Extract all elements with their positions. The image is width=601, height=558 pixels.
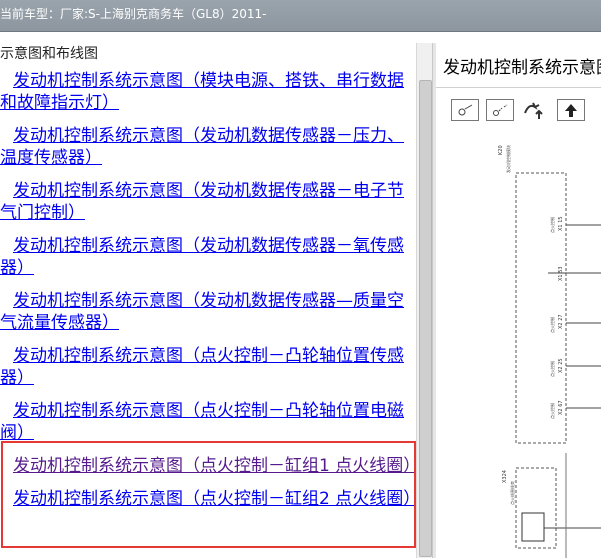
section-title: 示意图和布线图 xyxy=(0,46,98,62)
svg-text:X1 53: X1 53 xyxy=(558,266,564,281)
zoom-out-icon[interactable] xyxy=(486,99,514,121)
diagram-title: 发动机控制系统示意图 xyxy=(443,58,601,78)
diagram-link[interactable]: 发动机控制系统示意图（点火控制－凸轮轴位置电磁阀） xyxy=(0,400,416,444)
scrollbar-thumb[interactable] xyxy=(419,80,432,557)
svg-text:X1 15: X1 15 xyxy=(558,216,564,231)
top-bar: 当前车型：厂家:S-上海别克商务车（GL8）2011- xyxy=(0,0,601,32)
zoom-in-icon[interactable] xyxy=(451,99,479,121)
diagram-link[interactable]: 发动机控制系统示意图（发动机数据传感器－氧传感器） xyxy=(0,235,416,279)
left-panel: 示意图和布线图 发动机控制系统示意图（模块电源、搭铁、串行数据和故障指示灯） 发… xyxy=(0,43,416,558)
diagram-link[interactable]: 发动机控制系统示意图（点火控制－缸组2 点火线圈） xyxy=(0,488,416,510)
svg-text:点火控制: 点火控制 xyxy=(549,403,555,419)
wiring-diagram: K20 发动机控制模块 X1 15 X1 53 X2 27 X2 25 X2 6… xyxy=(498,145,601,558)
svg-text:点火线圈线束: 点火线圈线束 xyxy=(509,481,515,505)
svg-text:发动机控制模块: 发动机控制模块 xyxy=(505,145,511,173)
right-panel: 发动机控制系统示意图 K20 发动机控制模块 X1 15 X1 53 X2 27 xyxy=(436,43,601,558)
diagram-link[interactable]: 发动机控制系统示意图（模块电源、搭铁、串行数据和故障指示灯） xyxy=(0,70,416,114)
svg-text:点火控制: 点火控制 xyxy=(549,317,555,333)
up-icon[interactable] xyxy=(557,99,585,121)
svg-text:X2 27: X2 27 xyxy=(558,314,564,329)
svg-text:X324: X324 xyxy=(502,470,508,483)
title-divider xyxy=(436,87,601,88)
back-icon[interactable] xyxy=(521,99,549,121)
svg-text:点火控制: 点火控制 xyxy=(549,361,555,377)
svg-text:X2 25: X2 25 xyxy=(558,358,564,373)
diagram-link[interactable]: 发动机控制系统示意图（发动机数据传感器—质量空气流量传感器） xyxy=(0,290,416,334)
vehicle-label: 当前车型： xyxy=(0,7,61,21)
diagram-link[interactable]: 发动机控制系统示意图（点火控制－凸轮轴位置传感器） xyxy=(0,345,416,389)
left-scrollbar[interactable] xyxy=(416,43,433,558)
svg-text:K20: K20 xyxy=(498,145,504,155)
vehicle-value: 厂家:S-上海别克商务车（GL8）2011- xyxy=(60,7,267,21)
svg-text:X2 67: X2 67 xyxy=(558,400,564,415)
diagram-link-visited[interactable]: 发动机控制系统示意图（点火控制－缸组1 点火线圈） xyxy=(0,455,416,477)
link-list: 发动机控制系统示意图（模块电源、搭铁、串行数据和故障指示灯） 发动机控制系统示意… xyxy=(0,70,416,521)
svg-text:点火控制: 点火控制 xyxy=(549,217,555,233)
diagram-link[interactable]: 发动机控制系统示意图（发动机数据传感器－电子节气门控制） xyxy=(0,180,416,224)
diagram-link[interactable]: 发动机控制系统示意图（发动机数据传感器－压力、温度传感器） xyxy=(0,125,416,169)
